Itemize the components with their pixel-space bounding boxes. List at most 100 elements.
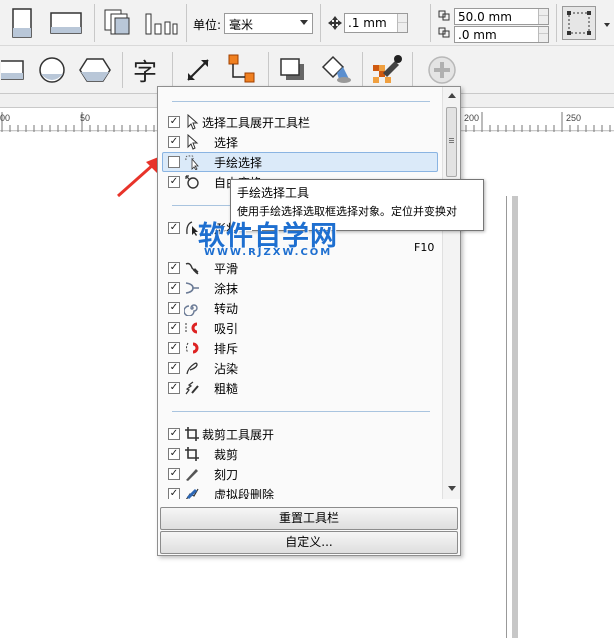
toolbar-separator [430,4,431,42]
toolbar-separator [362,52,363,88]
unit-select[interactable]: 毫米 [224,13,313,34]
grip-icon [449,138,454,139]
fill-tool[interactable] [316,52,356,86]
menu-item-label: 选择 [214,136,239,150]
scrollbar-thumb[interactable] [446,107,457,177]
menu-item-roughen[interactable]: ✓ 粗糙 [162,378,438,398]
checkbox[interactable]: ✓ [168,136,180,148]
menu-separator [172,101,430,102]
checkbox[interactable]: ✓ [168,382,180,394]
duplicate-x-value: 50.0 mm [458,10,512,24]
menu-item-crop[interactable]: ✓ 裁剪 [162,444,438,464]
checkbox[interactable]: ✓ [168,322,180,334]
knife-icon [186,469,198,481]
menu-item-label: 选择工具展开工具栏 [202,116,311,130]
checkbox[interactable]: ✓ [168,448,180,460]
polygon-tool[interactable] [76,54,114,86]
toolbar-separator [122,52,123,88]
checkbox[interactable]: ✓ [168,362,180,374]
menu-separator [172,411,430,412]
freehand-select-icon [185,155,199,170]
duplicate-x-spinner[interactable] [538,9,548,24]
menu-item-freehand-select[interactable]: 手绘选择 [162,152,438,172]
checkbox[interactable] [168,156,180,168]
menu-item-select[interactable]: ✓ 选择 [162,132,438,152]
add-tool-button[interactable] [424,54,460,86]
watermark-url: WWW.RJZXW.COM [204,247,333,258]
tooltip-title: 手绘选择工具 [237,186,310,200]
checkbox[interactable]: ✓ [168,116,180,128]
toolbar-separator [556,4,557,42]
menu-item-label: 吸引 [214,322,239,336]
svg-text:字: 字 [133,58,157,84]
checkbox[interactable]: ✓ [168,468,180,480]
crop-icon [185,427,199,441]
checkbox[interactable]: ✓ [168,428,180,440]
ruler-label: 200 [464,113,480,123]
shortcut-key: F10 [414,241,435,254]
menu-item-knife[interactable]: ✓ 刻刀 [162,464,438,484]
checkbox[interactable]: ✓ [168,222,180,234]
menu-item-label: 裁剪 [214,448,239,462]
menu-item-smudge[interactable]: ✓ 沾染 [162,358,438,378]
multi-page-icon [104,9,130,35]
menu-item-select-flyout[interactable]: ✓ 选择工具展开工具栏 [162,112,438,132]
free-transform-icon [185,175,199,189]
duplicate-y-value: .0 mm [458,28,497,42]
text-tool[interactable]: 字 [128,54,164,86]
reset-toolbar-button[interactable]: 重置工具栏 [160,507,458,530]
connector-tool[interactable] [222,52,262,86]
scroll-down-icon[interactable] [447,485,457,493]
fill-bucket-icon [321,55,351,83]
duplicate-y-spinner[interactable] [538,27,548,42]
menu-scrollbar[interactable] [442,87,460,499]
checkbox[interactable]: ✓ [168,176,180,188]
nudge-spinner[interactable] [397,14,407,32]
portrait-page-button[interactable] [6,6,38,40]
menu-item-repel[interactable]: ✓ 排斥 [162,338,438,358]
connector-icon [228,54,255,83]
checkbox[interactable]: ✓ [168,302,180,314]
duplicate-distance-x-field[interactable]: 50.0 mm [454,8,549,25]
landscape-page-button[interactable] [46,6,86,40]
menu-item-label: 裁剪工具展开 [202,428,275,442]
menu-item-label: 虚拟段删除 [214,488,275,499]
drop-shadow-tool[interactable] [274,54,312,86]
nudge-distance-field[interactable]: .1 mm [344,13,408,33]
checkbox[interactable]: ✓ [168,488,180,499]
more-options-button[interactable] [601,14,613,34]
menu-item-label: 排斥 [214,342,239,356]
treat-as-filled-button[interactable] [562,6,596,40]
all-pages-button[interactable] [100,6,136,40]
scroll-up-icon[interactable] [447,91,457,99]
customize-button[interactable]: 自定义... [160,531,458,554]
menu-item-smear[interactable]: ✓ 涂抹 [162,278,438,298]
landscape-icon [50,12,82,34]
color-eyedropper-tool[interactable] [366,52,406,86]
checkbox[interactable]: ✓ [168,282,180,294]
menu-item-crop-flyout[interactable]: ✓ 裁剪工具展开 [162,424,438,444]
parallel-dimension-icon [187,59,209,81]
duplicate-y-icon [438,27,450,38]
current-page-button[interactable] [142,6,180,40]
menu-item-twirl[interactable]: ✓ 转动 [162,298,438,318]
eyedropper-icon [373,55,402,83]
dimension-tool[interactable] [178,54,218,86]
checkbox[interactable]: ✓ [168,262,180,274]
toolbar-separator [172,52,173,88]
menu-item-label: 刻刀 [214,468,239,482]
menu-item-virtual-segment-delete[interactable]: ✓ 虚拟段删除 [162,484,438,499]
drop-shadow-icon [280,58,304,80]
ellipse-tool[interactable] [34,54,70,86]
menu-item-attract[interactable]: ✓ 吸引 [162,318,438,338]
duplicate-distance-y-field[interactable]: .0 mm [454,26,549,43]
menu-item-label: 粗糙 [214,382,239,396]
arrow-pointer-icon [187,134,199,150]
page-border [506,196,507,638]
checkbox[interactable]: ✓ [168,342,180,354]
polygon-icon [79,58,111,82]
property-bar: 单位: 毫米 .1 mm 50.0 mm .0 mm [0,0,614,46]
ruler-label: 50 [80,113,91,123]
rectangle-tool[interactable] [0,54,26,86]
tool-list[interactable]: ✓ 选择工具展开工具栏 ✓ 选择 手绘选择 ✓ 自由变换 ✓ 形状 ✓ [158,87,442,499]
